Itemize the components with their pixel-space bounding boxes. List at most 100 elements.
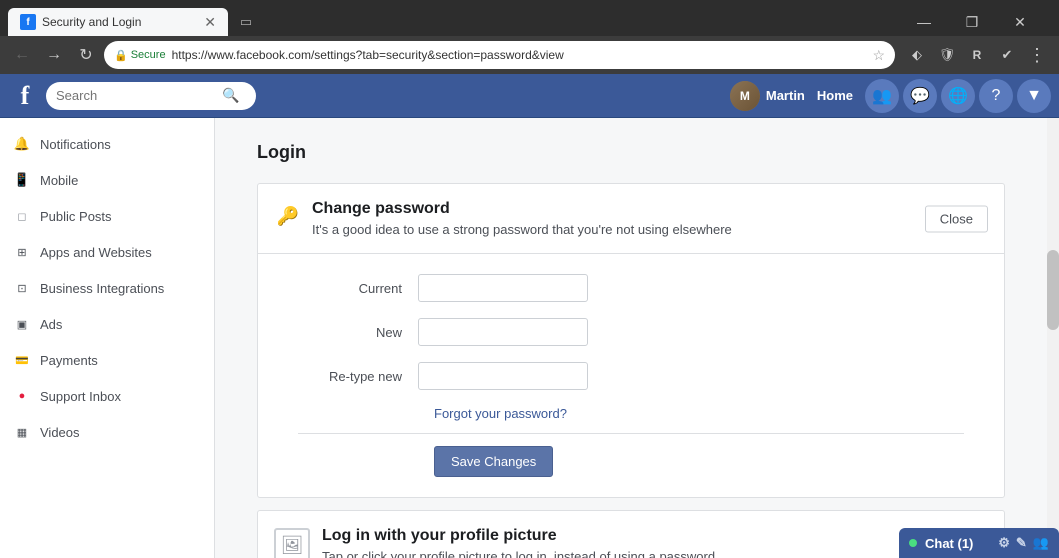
profile-picture-title: Log in with your profile picture xyxy=(322,527,715,545)
r-icon[interactable]: R xyxy=(963,41,991,69)
panel-title: Change password xyxy=(312,200,988,218)
facebook-navbar: f 🔍 M Martin Home 👥 💬 🌐 ? ▼ xyxy=(0,74,1059,118)
tab-bar: f Security and Login ✕ ▭ — ❐ ✕ xyxy=(0,0,1059,36)
sidebar-item-business[interactable]: ⊡ Business Integrations xyxy=(0,270,214,306)
messages-icon[interactable]: 💬 xyxy=(903,79,937,113)
chat-label: Chat (1) xyxy=(925,536,973,551)
check-icon[interactable]: ✔ xyxy=(993,41,1021,69)
main-layout: 🔔 Notifications 📱 Mobile ◻ Public Posts … xyxy=(0,118,1059,558)
forgot-password-link[interactable]: Forgot your password? xyxy=(434,406,567,421)
new-tab-button[interactable]: ▭ xyxy=(232,8,260,36)
retype-password-label: Re-type new xyxy=(298,369,418,384)
sidebar-item-public-posts[interactable]: ◻ Public Posts xyxy=(0,198,214,234)
sidebar-item-apps-websites[interactable]: ⊞ Apps and Websites xyxy=(0,234,214,270)
active-tab[interactable]: f Security and Login ✕ xyxy=(8,8,228,36)
forgot-password-row: Forgot your password? xyxy=(434,406,964,421)
scrollbar-thumb[interactable] xyxy=(1047,250,1059,330)
profile-picture-header: 🖼 Log in with your profile picture Tap o… xyxy=(258,511,1004,558)
minimize-button[interactable]: — xyxy=(901,8,947,36)
profile-picture-icon: 🖼 xyxy=(274,528,310,558)
photo-icon: 🖼 xyxy=(281,535,304,556)
tab-favicon: f xyxy=(20,14,36,30)
bookmark-icon[interactable]: ☆ xyxy=(872,47,885,64)
sidebar-item-support-inbox[interactable]: ● Support Inbox xyxy=(0,378,214,414)
user-name: Martin xyxy=(766,88,805,103)
globe-icon[interactable]: 🌐 xyxy=(941,79,975,113)
panel-header-text: Change password It's a good idea to use … xyxy=(312,200,988,237)
payments-icon: 💳 xyxy=(12,350,32,370)
window-controls: — ❐ ✕ xyxy=(901,8,1051,36)
content-area: Login 🔑 Change password It's a good idea… xyxy=(215,118,1047,558)
home-button[interactable]: Home xyxy=(809,88,861,103)
search-input[interactable] xyxy=(56,88,216,103)
address-text[interactable]: https://www.facebook.com/settings?tab=se… xyxy=(172,48,863,62)
secure-badge: 🔒 Secure xyxy=(114,49,166,62)
user-profile-button[interactable]: M Martin xyxy=(730,81,805,111)
sidebar: 🔔 Notifications 📱 Mobile ◻ Public Posts … xyxy=(0,118,215,558)
browser-chrome: f Security and Login ✕ ▭ — ❐ ✕ ← → ↻ 🔒 S… xyxy=(0,0,1059,74)
content-inner: Login 🔑 Change password It's a good idea… xyxy=(241,118,1021,558)
toolbar-icons: ⬖ 🛡 R ✔ ⋮ xyxy=(903,41,1051,69)
new-password-input[interactable] xyxy=(418,318,588,346)
notifications-icon: 🔔 xyxy=(12,134,32,154)
shield-icon[interactable]: 🛡 xyxy=(933,41,961,69)
public-posts-icon: ◻ xyxy=(12,206,32,226)
retype-password-row: Re-type new xyxy=(298,362,964,390)
sidebar-label-payments: Payments xyxy=(40,353,98,368)
dropdown-arrow-icon[interactable]: ▼ xyxy=(1017,79,1051,113)
friends-icon[interactable]: 👥 xyxy=(865,79,899,113)
profile-picture-panel: 🖼 Log in with your profile picture Tap o… xyxy=(257,510,1005,558)
current-password-input[interactable] xyxy=(418,274,588,302)
close-button[interactable]: ✕ xyxy=(997,8,1043,36)
videos-icon: ▦ xyxy=(12,422,32,442)
new-password-label: New xyxy=(298,325,418,340)
save-changes-button[interactable]: Save Changes xyxy=(434,446,553,477)
back-button[interactable]: ← xyxy=(8,41,36,69)
change-password-panel: 🔑 Change password It's a good idea to us… xyxy=(257,183,1005,498)
search-box[interactable]: 🔍 xyxy=(46,82,256,110)
page-title: Login xyxy=(257,134,1005,171)
forward-button[interactable]: → xyxy=(40,41,68,69)
sidebar-item-payments[interactable]: 💳 Payments xyxy=(0,342,214,378)
address-field[interactable]: 🔒 Secure https://www.facebook.com/settin… xyxy=(104,41,895,69)
panel-body: Current New Re-type new Forgot your pass… xyxy=(258,254,1004,497)
tab-and-controls: f Security and Login ✕ ▭ — ❐ ✕ xyxy=(8,8,1051,36)
facebook-logo: f xyxy=(8,79,42,113)
extensions-icon[interactable]: ⬖ xyxy=(903,41,931,69)
sidebar-item-notifications[interactable]: 🔔 Notifications xyxy=(0,126,214,162)
sidebar-label-notifications: Notifications xyxy=(40,137,111,152)
chat-bar[interactable]: Chat (1) ⚙ ✎ 👥 xyxy=(899,528,1059,558)
support-icon: ● xyxy=(12,386,32,406)
close-panel-button[interactable]: Close xyxy=(925,205,988,232)
panel-header: 🔑 Change password It's a good idea to us… xyxy=(258,184,1004,254)
sidebar-label-videos: Videos xyxy=(40,425,80,440)
maximize-button[interactable]: ❐ xyxy=(949,8,995,36)
sidebar-item-mobile[interactable]: 📱 Mobile xyxy=(0,162,214,198)
save-button-row: Save Changes xyxy=(434,446,964,477)
secure-label: Secure xyxy=(131,49,166,61)
chat-settings-icon[interactable]: ⚙ xyxy=(998,535,1010,551)
refresh-button[interactable]: ↻ xyxy=(72,41,100,69)
chat-more-icon[interactable]: 👥 xyxy=(1033,535,1049,551)
apps-icon: ⊞ xyxy=(12,242,32,262)
tab-close-button[interactable]: ✕ xyxy=(204,15,216,29)
scrollbar-track[interactable] xyxy=(1047,118,1059,558)
retype-password-input[interactable] xyxy=(418,362,588,390)
sidebar-item-videos[interactable]: ▦ Videos xyxy=(0,414,214,450)
chat-icons: ⚙ ✎ 👥 xyxy=(998,535,1049,551)
sidebar-item-ads[interactable]: ▣ Ads xyxy=(0,306,214,342)
tab-title: Security and Login xyxy=(42,15,198,29)
address-bar-row: ← → ↻ 🔒 Secure https://www.facebook.com/… xyxy=(0,36,1059,74)
ads-icon: ▣ xyxy=(12,314,32,334)
avatar: M xyxy=(730,81,760,111)
sidebar-label-support: Support Inbox xyxy=(40,389,121,404)
business-icon: ⊡ xyxy=(12,278,32,298)
help-icon[interactable]: ? xyxy=(979,79,1013,113)
sidebar-label-business: Business Integrations xyxy=(40,281,164,296)
search-icon[interactable]: 🔍 xyxy=(222,87,239,104)
chat-new-message-icon[interactable]: ✎ xyxy=(1016,535,1027,551)
menu-button[interactable]: ⋮ xyxy=(1023,41,1051,69)
nav-right: M Martin Home 👥 💬 🌐 ? ▼ xyxy=(730,79,1051,113)
profile-picture-text: Log in with your profile picture Tap or … xyxy=(322,527,715,558)
mobile-icon: 📱 xyxy=(12,170,32,190)
